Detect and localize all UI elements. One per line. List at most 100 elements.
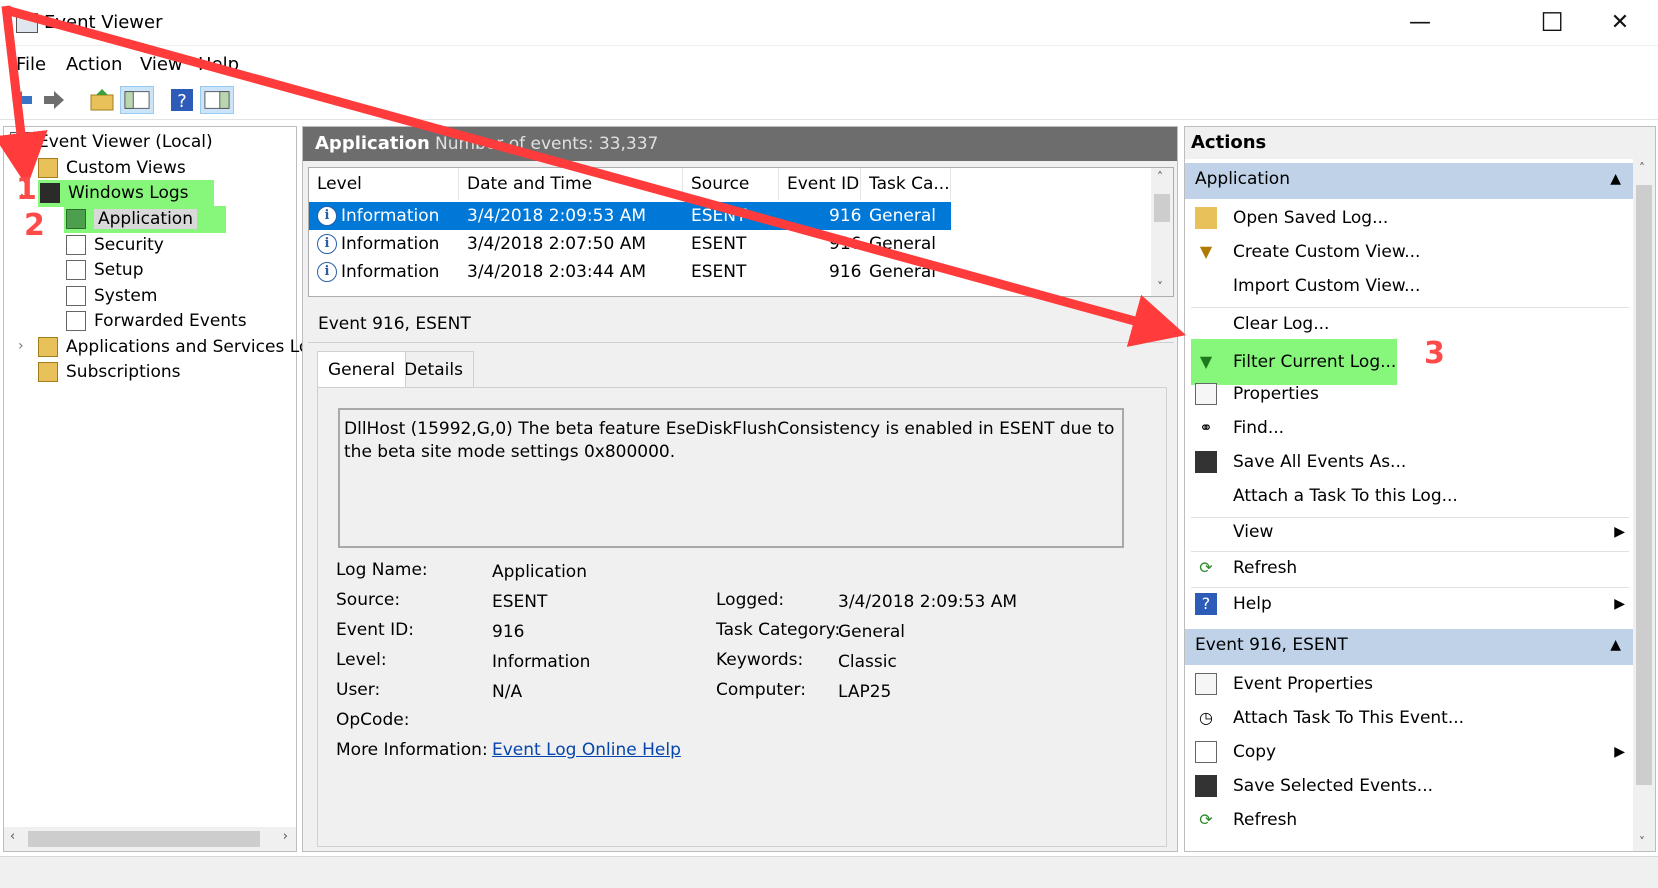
menu-bar: File Action View Help [0,46,1658,82]
title-bar: Event Viewer — ☐ ✕ [0,0,1658,46]
table-row[interactable]: i Information 3/4/2018 2:07:50 AM ESENT 9… [309,230,951,258]
event-description: DllHost (15992,G,0) The beta feature Ese… [338,408,1124,548]
action-save-selected-events[interactable]: Save Selected Events... [1191,769,1633,803]
console-tree: Event Viewer (Local) › Custom Views ⌄ Wi… [3,126,320,852]
tree-node-applications-and-services[interactable]: Applications and Services Log [38,334,320,361]
column-header-level[interactable]: Level [309,168,459,200]
collapse-caret-icon[interactable]: ▲ [1610,637,1621,653]
action-copy[interactable]: Copy ▶ [1191,735,1633,769]
tree-node-system[interactable]: System [66,283,157,310]
help-icon[interactable]: ? [168,86,196,114]
tree-node-forwarded-events[interactable]: Forwarded Events [66,308,247,335]
actions-header: Actions [1185,127,1655,159]
table-row[interactable]: i Information 3/4/2018 2:09:53 AM ESENT 9… [309,202,951,230]
action-refresh-event[interactable]: ⟳ Refresh [1191,803,1633,829]
action-find[interactable]: ⚭ Find... [1191,411,1633,445]
scroll-right-icon[interactable]: › [283,829,288,844]
minimize-button[interactable]: — [1400,8,1440,38]
value-logged: 3/4/2018 2:09:53 AM [838,592,1017,612]
table-row[interactable]: i Information 3/4/2018 2:03:44 AM ESENT 9… [309,258,951,286]
tree-horizontal-scrollbar[interactable]: ‹ › [4,827,296,851]
action-event-properties[interactable]: Event Properties [1191,667,1633,701]
action-help[interactable]: ? Help ▶ [1191,587,1633,621]
tab-general[interactable]: General [317,351,406,387]
expand-apps-services-icon[interactable]: › [18,338,24,354]
filter-funnel-icon: ▼ [1199,352,1213,371]
task-clock-icon: ◷ [1199,708,1213,727]
information-icon: i [317,234,337,254]
maximize-button[interactable]: ☐ [1532,8,1572,38]
column-header-source[interactable]: Source [683,168,779,200]
forward-icon[interactable] [40,86,68,114]
system-log-icon [66,286,86,306]
show-hide-console-tree-icon[interactable] [120,86,154,114]
label-log-name: Log Name: [336,560,428,580]
action-properties[interactable]: Properties [1191,377,1633,411]
value-source: ESENT [492,592,548,612]
svg-text:?: ? [177,91,187,112]
tree-node-event-viewer-local[interactable]: Event Viewer (Local) [10,129,213,156]
menu-action[interactable]: Action [66,54,122,75]
event-count: Number of events: 33,337 [435,134,659,154]
actions-section-event[interactable]: Event 916, ESENT ▲ [1185,629,1633,665]
log-name: Application [315,133,430,154]
tree-node-custom-views[interactable]: Custom Views [38,155,186,182]
menu-help[interactable]: Help [198,54,239,75]
event-detail-header: Event 916, ESENT [308,307,1174,343]
action-clear-log[interactable]: Clear Log... [1191,307,1633,341]
scrollbar-thumb[interactable] [1636,185,1652,785]
scroll-up-icon[interactable]: ˄ [1157,170,1163,184]
copy-icon [1195,741,1217,763]
log-header: Application Number of events: 33,337 [303,127,1177,161]
label-source: Source: [336,590,401,610]
label-more-information: More Information: [336,740,488,760]
show-hide-action-pane-icon[interactable] [200,86,234,114]
tree-node-setup[interactable]: Setup [66,257,143,284]
column-header-event-id[interactable]: Event ID [779,168,861,200]
column-header-task-category[interactable]: Task Ca... [861,168,951,200]
back-icon[interactable] [8,86,36,114]
scroll-down-icon[interactable]: ˅ [1639,835,1645,849]
actions-pane: Actions Application ▲ Open Saved Log... … [1184,126,1656,852]
action-save-all-events[interactable]: Save All Events As... [1191,445,1633,479]
scroll-left-icon[interactable]: ‹ [10,829,15,844]
actions-vertical-scrollbar[interactable]: ˄ ˅ [1633,159,1655,851]
column-header-date-time[interactable]: Date and Time [459,168,683,200]
action-import-custom-view[interactable]: Import Custom View... [1191,269,1633,303]
event-properties-icon [1195,673,1217,695]
scrollbar-thumb[interactable] [28,831,260,847]
grid-vertical-scrollbar[interactable]: ˄ ˅ [1151,168,1173,296]
value-level: Information [492,652,591,672]
action-view[interactable]: View ▶ [1191,515,1633,549]
tree-node-application[interactable]: Application [64,206,226,233]
actions-section-application[interactable]: Application ▲ [1185,163,1633,199]
scroll-up-icon[interactable]: ˄ [1639,161,1645,175]
label-opcode: OpCode: [336,710,410,730]
close-button[interactable]: ✕ [1600,8,1640,38]
tree-node-subscriptions[interactable]: Subscriptions [38,359,180,386]
scrollbar-thumb[interactable] [1154,194,1170,222]
up-folder-icon[interactable] [88,86,116,114]
action-attach-task-to-event[interactable]: ◷ Attach Task To This Event... [1191,701,1633,735]
tree-node-windows-logs[interactable]: Windows Logs [38,180,214,207]
log-pane: Application Number of events: 33,337 Lev… [302,126,1178,852]
collapse-caret-icon[interactable]: ▲ [1610,171,1621,187]
action-attach-task-to-log[interactable]: Attach a Task To this Log... [1191,479,1633,513]
action-create-custom-view[interactable]: ▼ Create Custom View... [1191,235,1633,269]
open-folder-icon [1195,207,1217,229]
status-bar [0,856,1658,888]
folder-filter-icon [38,158,58,178]
event-log-online-help-link[interactable]: Event Log Online Help [492,740,681,760]
tree-node-security[interactable]: Security [66,232,164,259]
properties-icon [1195,383,1217,405]
scroll-down-icon[interactable]: ˅ [1157,280,1163,294]
computer-icon [10,132,30,152]
value-event-id: 916 [492,622,525,642]
value-keywords: Classic [838,652,897,672]
action-refresh[interactable]: ⟳ Refresh [1191,551,1633,585]
events-grid: Level Date and Time Source Event ID Task… [308,167,1174,297]
action-open-saved-log[interactable]: Open Saved Log... [1191,201,1633,235]
menu-file[interactable]: File [16,54,46,75]
menu-view[interactable]: View [140,54,183,75]
folder-icon [38,337,58,357]
